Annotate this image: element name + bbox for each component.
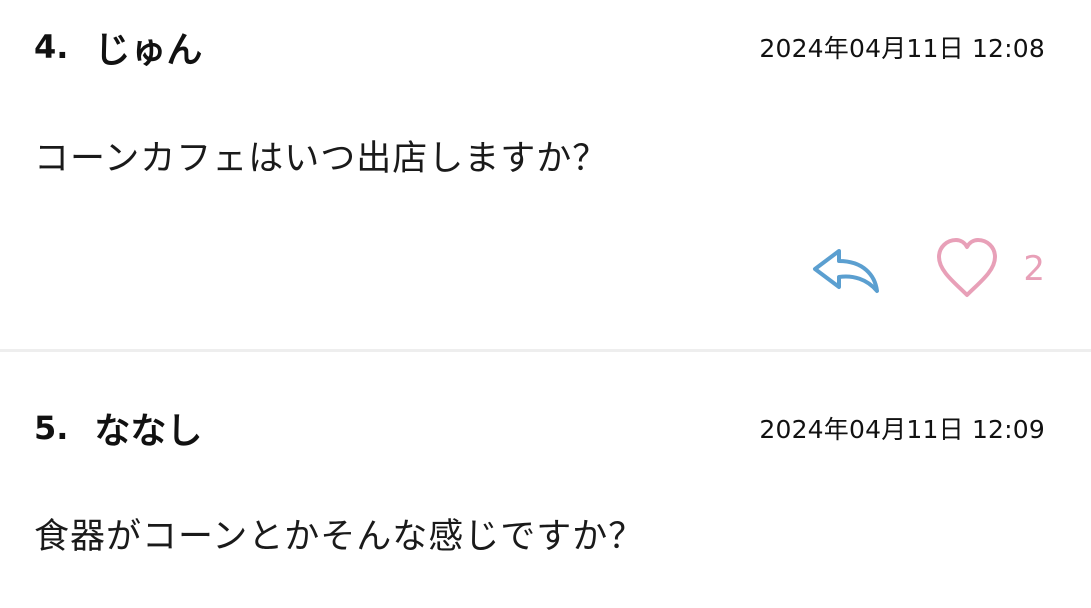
- comment-author: 4. じゅん: [34, 21, 202, 73]
- comment-timestamp: 2024年04月11日 12:08: [759, 34, 1045, 63]
- heart-icon: [933, 235, 1001, 303]
- reply-arrow-icon: [813, 249, 880, 293]
- reply-button[interactable]: [809, 241, 881, 297]
- comment-author: 5. ななし: [34, 402, 202, 454]
- comment-header: 5. ななし 2024年04月11日 12:09: [34, 406, 1045, 452]
- comment-number: 5.: [34, 409, 69, 447]
- comment-actions: 2: [809, 235, 1045, 303]
- comment-body: 食器がコーンとかそんな感じですか？: [34, 517, 645, 557]
- comment-author-name: ななし: [94, 411, 203, 452]
- comment-post: 5. ななし 2024年04月11日 12:09 食器がコーンとかそんな感じです…: [0, 352, 1091, 608]
- comment-number: 4.: [34, 28, 69, 66]
- like-count: 2: [1023, 249, 1045, 289]
- comment-body: コーンカフェはいつ出店しますか？: [34, 139, 609, 179]
- comment-post: 4. じゅん 2024年04月11日 12:08 コーンカフェはいつ出店しますか…: [0, 0, 1091, 352]
- comment-author-name: じゅん: [94, 30, 203, 71]
- like-button[interactable]: 2: [933, 235, 1045, 303]
- comment-header: 4. じゅん 2024年04月11日 12:08: [34, 25, 1045, 71]
- comment-timestamp: 2024年04月11日 12:09: [759, 415, 1045, 444]
